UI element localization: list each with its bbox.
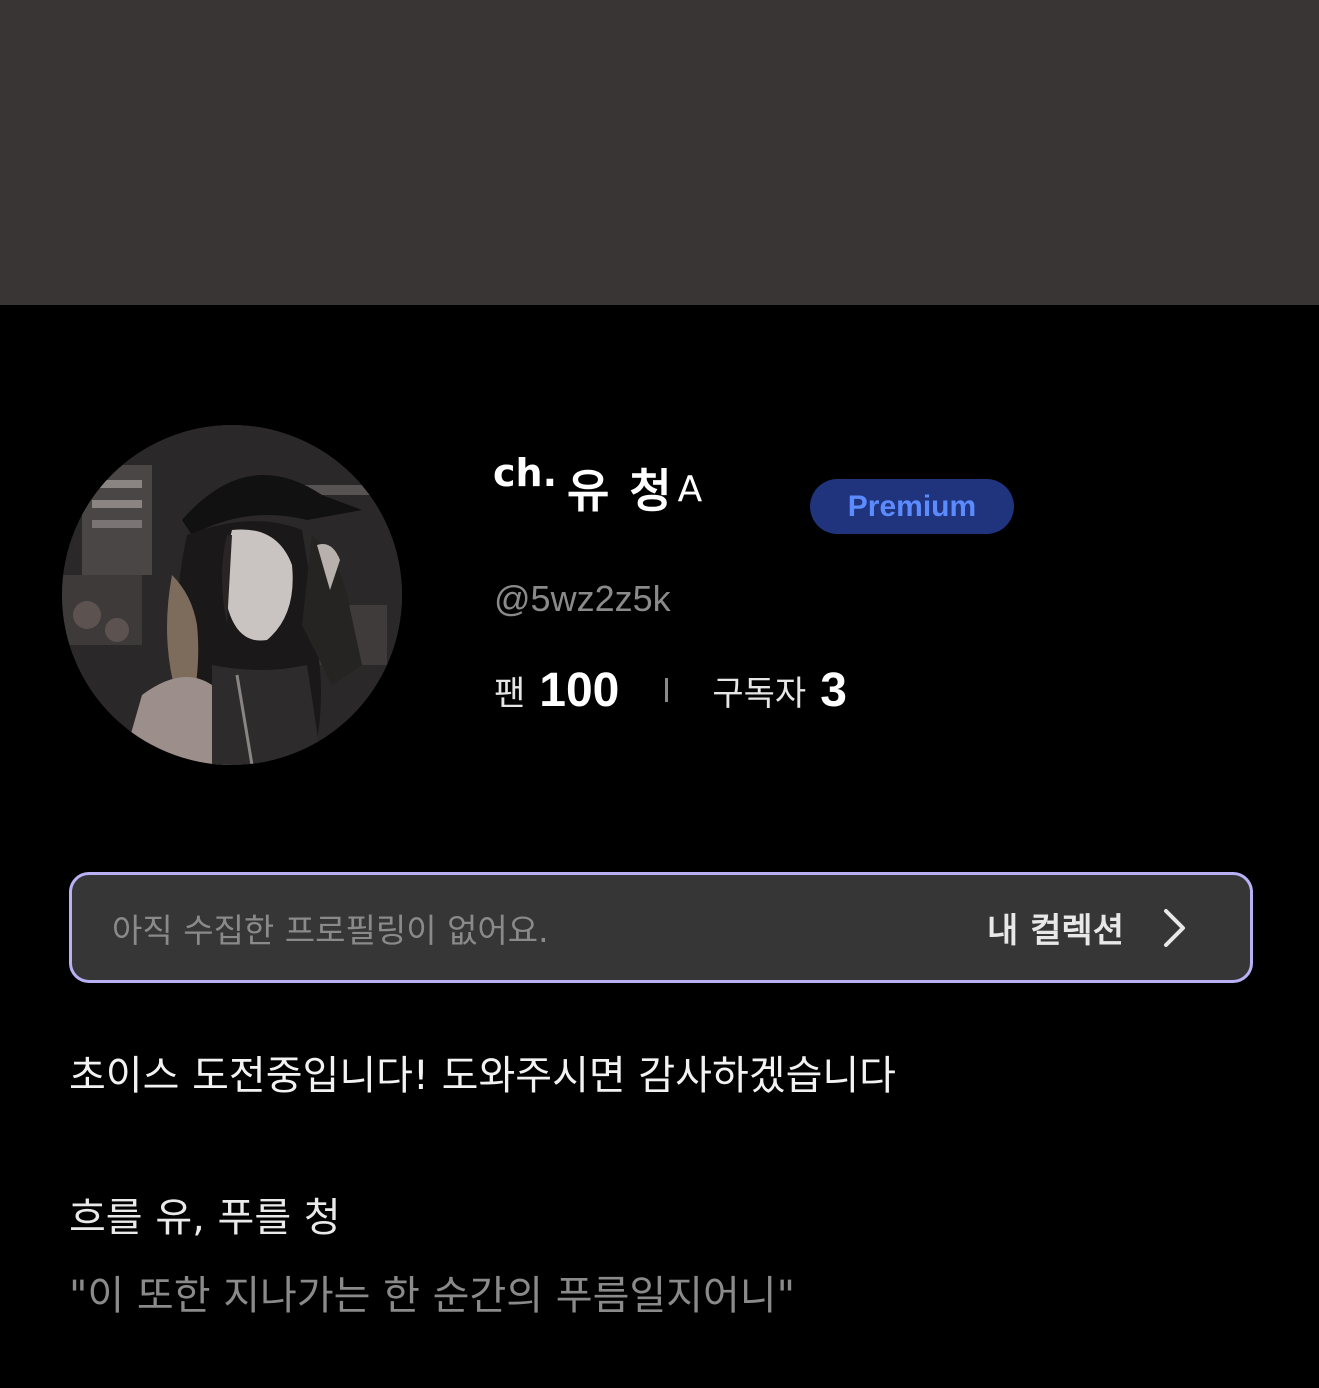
fans-count[interactable]: 100	[539, 663, 619, 718]
profile-banner	[0, 0, 1319, 305]
channel-prefix: ch.	[493, 451, 558, 495]
bio-line: 흐를 유, 푸를 청	[69, 1195, 341, 1241]
my-collection-label: 내 컬렉션	[987, 911, 1124, 951]
chevron-right-icon	[1164, 908, 1185, 947]
channel-decoration: A	[677, 469, 703, 510]
profile-stats: 팬 100 구독자 3	[494, 662, 847, 718]
channel-name: ch. 유 청 A	[493, 454, 703, 518]
user-handle: @5wz2z5k	[494, 578, 671, 619]
channel-title: 유 청	[567, 464, 674, 518]
fans-label: 팬	[494, 673, 526, 714]
stats-divider	[665, 678, 669, 702]
subscribers-count[interactable]: 3	[820, 663, 847, 718]
bio-line: 초이스 도전중입니다! 도와주시면 감사하겠습니다	[69, 1053, 896, 1099]
avatar-photo	[62, 425, 402, 765]
collection-card[interactable]: 아직 수집한 프로필링이 없어요. 내 컬렉션	[69, 872, 1253, 983]
bio-quote: "이 또한 지나가는 한 순간의 푸름일지어니"	[69, 1273, 795, 1319]
premium-badge: Premium	[810, 479, 1014, 534]
subscribers-label: 구독자	[712, 673, 807, 714]
profile-bio: 초이스 도전중입니다! 도와주시면 감사하겠습니다 흐를 유, 푸를 청 "이 …	[69, 1043, 896, 1321]
avatar[interactable]	[62, 425, 402, 765]
my-collection-link[interactable]: 내 컬렉션	[987, 903, 1188, 952]
collection-empty-text: 아직 수집한 프로필링이 없어요.	[112, 910, 549, 950]
